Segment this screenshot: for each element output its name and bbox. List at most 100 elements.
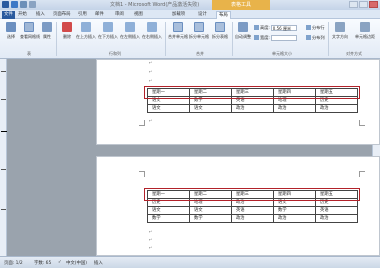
insert-above-label: 在上方插入 (76, 34, 96, 39)
tab-references[interactable]: 引用 (78, 11, 87, 19)
status-language[interactable]: 中文(中国) (66, 260, 87, 266)
table-cell[interactable]: 语文 (189, 104, 232, 113)
cell-margins-button[interactable]: 单元格边距 (354, 22, 376, 50)
table-cell[interactable]: 语文 (147, 104, 190, 113)
status-insert-mode[interactable]: 插入 (94, 260, 103, 266)
gridlines-icon (24, 22, 34, 32)
tab-page-layout[interactable]: 页面布局 (53, 11, 71, 19)
word-app-icon[interactable] (2, 1, 9, 8)
table-cell[interactable]: 英语 (315, 206, 358, 215)
maximize-button[interactable] (359, 1, 368, 8)
table-cell[interactable]: 政治 (273, 214, 316, 223)
insert-left-icon (125, 22, 135, 32)
tab-review[interactable]: 审阅 (115, 11, 124, 19)
redo-icon[interactable] (29, 1, 36, 8)
paragraph-mark-icon: ↵ (149, 69, 153, 74)
ribbon-tabs: 文件 开始 插入 页面布局 引用 邮件 审阅 视图 加载项 设计 布局 (0, 10, 380, 19)
paragraph-mark-icon: ↵ (149, 118, 153, 123)
distribute-rows-icon (306, 25, 311, 30)
margin-corner-mark (139, 171, 145, 177)
table-cell[interactable]: 语文 (189, 206, 232, 215)
status-word-count[interactable]: 字数: 65 (34, 260, 51, 266)
row-height-field[interactable]: 高度: 0.56 厘米 (254, 24, 297, 31)
split-cells-icon (194, 22, 204, 32)
table-cell[interactable]: 政治 (315, 104, 358, 113)
table-cell[interactable]: 政治 (315, 214, 358, 223)
merge-cells-icon (173, 22, 183, 32)
column-width-label: 宽度: (260, 34, 270, 40)
spellcheck-icon[interactable]: ✓ (58, 260, 62, 265)
distribute-columns-button[interactable]: 分布列 (306, 34, 325, 41)
split-cells-button[interactable]: 拆分单元格 (189, 22, 209, 50)
minimize-button[interactable] (349, 1, 358, 8)
cell-margins-label: 单元格边距 (355, 34, 375, 39)
tab-home[interactable]: 开始 (18, 11, 27, 19)
tab-design[interactable]: 设计 (198, 11, 207, 19)
status-bar: 页面: 1/2 字数: 65 ✓ 中文(中国) 插入 (0, 256, 380, 268)
distribute-rows-label: 分布行 (312, 24, 325, 30)
cell-margins-icon (360, 22, 370, 32)
table-cell[interactable]: 政治 (273, 104, 316, 113)
paragraph-mark-icon: ↵ (149, 237, 153, 242)
document-page-1[interactable]: ↵ ↵ ↵ 星期一 星期二 星期三 星期四 星期五 语文 数学 英语 地理 历史… (96, 59, 380, 145)
distribute-columns-icon (306, 35, 311, 40)
split-cells-label: 拆分单元格 (189, 34, 209, 39)
column-width-icon (254, 35, 259, 40)
row-height-label: 高度: (260, 24, 270, 30)
tab-add-ins[interactable]: 加载项 (172, 11, 185, 19)
table-cell[interactable]: 政治 (231, 214, 274, 223)
paragraph-mark-icon: ↵ (149, 245, 153, 250)
properties-button[interactable]: 属性 (38, 22, 56, 50)
delete-button[interactable]: 删除 (58, 22, 76, 50)
insert-left-button[interactable]: 在左侧插入 (120, 22, 140, 50)
row-height-icon (254, 25, 259, 30)
distribute-columns-label: 分布列 (312, 34, 325, 40)
select-button[interactable]: 选择 (2, 22, 20, 50)
text-direction-button[interactable]: 文字方向 (330, 22, 350, 50)
table-row: 语文 语文 政治 政治 政治 (147, 104, 358, 113)
group-separator (165, 22, 166, 56)
distribute-rows-button[interactable]: 分布行 (306, 24, 325, 31)
table-cell[interactable]: 政治 (231, 104, 274, 113)
tab-mailings[interactable]: 邮件 (95, 11, 104, 19)
group-label-merge: 合并 (196, 51, 204, 56)
insert-right-button[interactable]: 在右侧插入 (142, 22, 162, 50)
table-cell[interactable]: 数学 (147, 214, 190, 223)
close-button[interactable] (369, 1, 378, 8)
save-icon[interactable] (11, 1, 18, 8)
table-cell[interactable]: 数学 (273, 206, 316, 215)
insert-above-button[interactable]: 在上方插入 (76, 22, 96, 50)
split-table-button[interactable]: 拆分表格 (210, 22, 230, 50)
title-bar: 文档1 - Microsoft Word(产品激活失败) 表格工具 (0, 0, 380, 10)
header-row-highlight (144, 86, 360, 99)
row-height-input[interactable]: 0.56 厘米 (270, 24, 297, 31)
tab-view[interactable]: 视图 (134, 11, 143, 19)
status-page[interactable]: 页面: 1/2 (4, 260, 23, 266)
tab-file[interactable]: 文件 (2, 11, 15, 19)
column-width-field[interactable]: 宽度: (254, 34, 297, 41)
delete-label: 删除 (63, 34, 71, 39)
properties-label: 属性 (43, 34, 51, 39)
tab-layout[interactable]: 布局 (216, 11, 231, 19)
document-page-2[interactable]: 星期一 星期二 星期三 星期四 星期五 历史 地理 政治 语文 历史 语文 语文… (96, 156, 380, 256)
view-gridlines-button[interactable]: 查看网格线 (20, 22, 40, 50)
vertical-ruler (0, 59, 7, 256)
autofit-button[interactable]: 自动调整 (234, 22, 252, 50)
merge-cells-button[interactable]: 合并单元格 (168, 22, 188, 50)
table-cell[interactable]: 英语 (231, 206, 274, 215)
insert-below-button[interactable]: 在下方插入 (98, 22, 118, 50)
column-width-input[interactable] (270, 34, 297, 41)
paragraph-mark-icon: ↵ (149, 78, 153, 83)
table-cell[interactable]: 数学 (189, 214, 232, 223)
margin-corner-mark (359, 171, 365, 177)
table-cell[interactable]: 语文 (147, 206, 190, 215)
ruler-mark (1, 71, 6, 72)
group-separator (56, 22, 57, 56)
merge-cells-label: 合并单元格 (168, 34, 188, 39)
insert-left-label: 在左侧插入 (120, 34, 140, 39)
document-title: 文档1 - Microsoft Word(产品激活失败) (110, 2, 200, 8)
paragraph-mark-icon: ↵ (149, 229, 153, 234)
undo-icon[interactable] (20, 1, 27, 8)
autofit-label: 自动调整 (235, 34, 251, 39)
tab-insert[interactable]: 插入 (36, 11, 45, 19)
